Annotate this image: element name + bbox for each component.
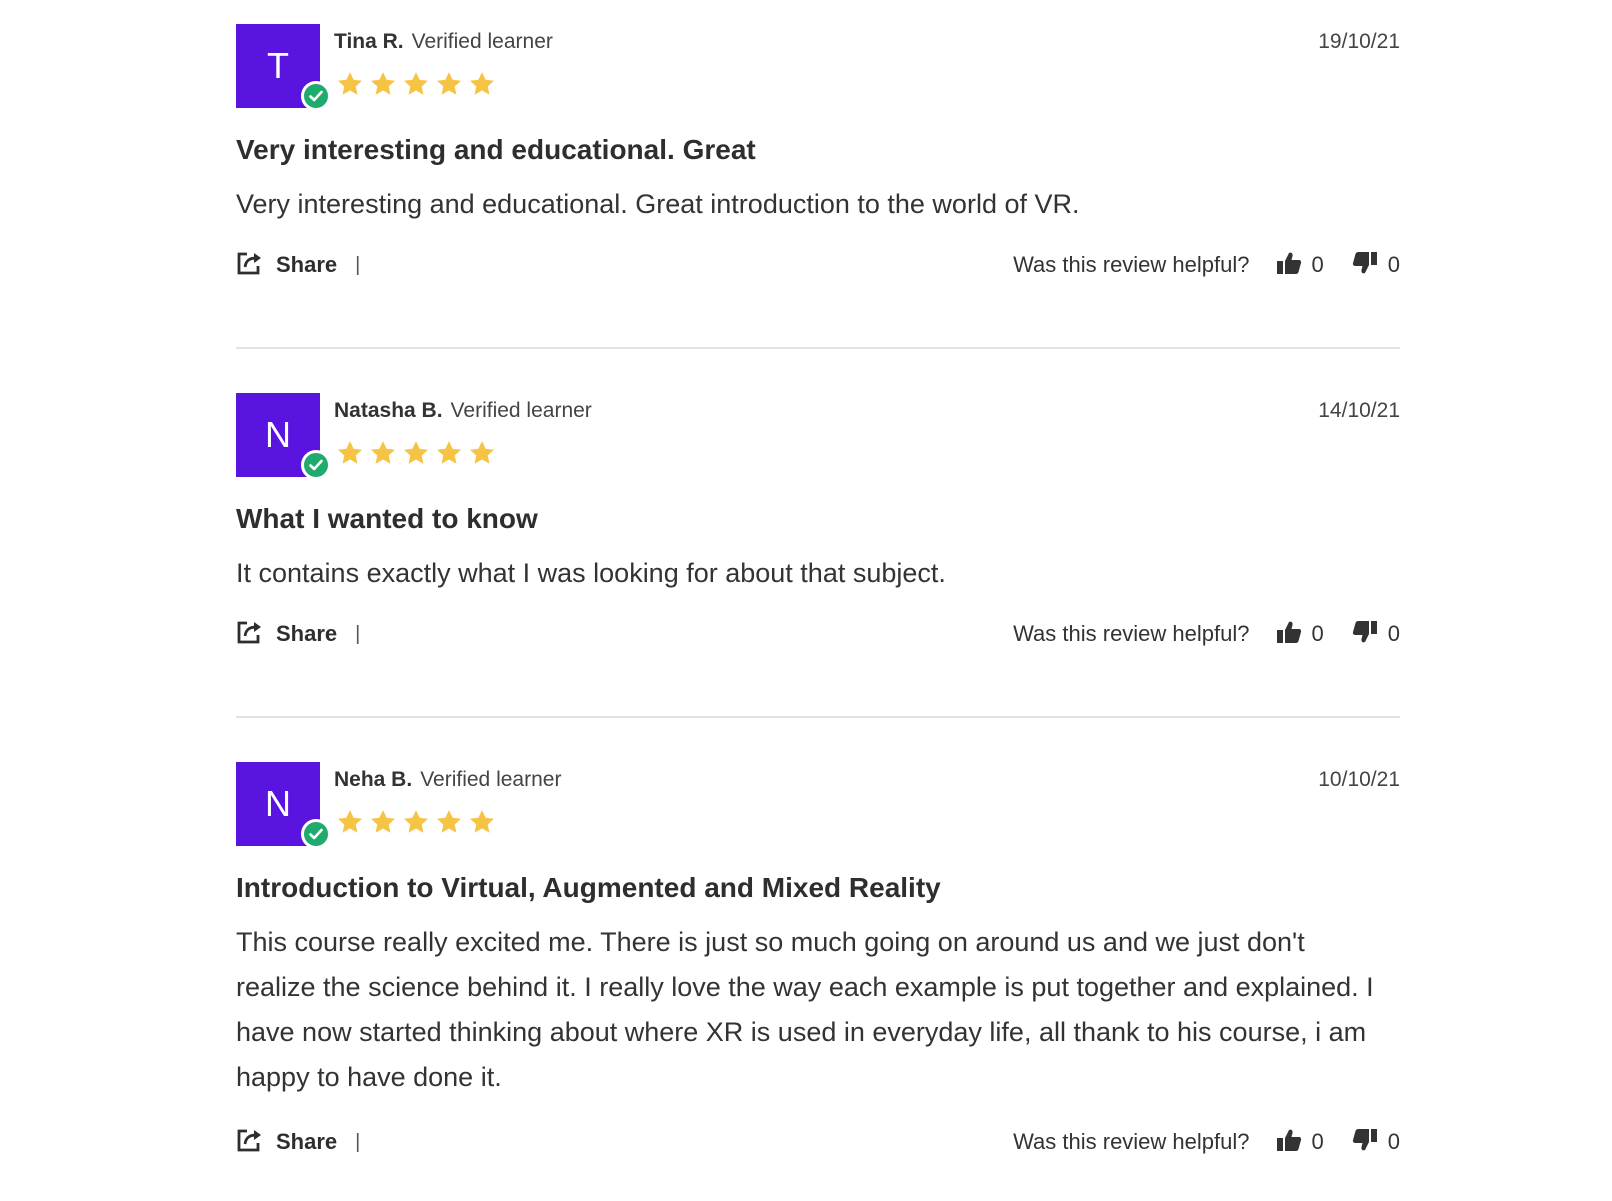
share-button[interactable]: Share | [236,1122,360,1162]
reviewer-name: Natasha B. [334,399,443,422]
review-header: N Natasha B. Verified learner 14/10/21 [236,393,1400,480]
helpful-no-count: 0 [1387,252,1400,277]
thumbs-down-icon [1352,619,1378,650]
verified-learner-label: Verified learner [411,30,553,53]
share-button[interactable]: Share | [236,245,360,285]
thumbs-down-icon [1352,1127,1378,1158]
review-title: What I wanted to know [236,503,538,534]
helpful-question: Was this review helpful? [1013,1129,1250,1154]
reviewer-line: Natasha B. Verified learner [334,399,592,423]
star-icon [370,72,396,95]
star-icon [403,810,429,833]
share-icon [236,250,264,281]
helpful-no-count: 0 [1387,1129,1400,1154]
star-icon [403,72,429,95]
star-icon [337,441,363,464]
review-header: N Neha B. Verified learner 10/10/21 [236,762,1400,849]
share-label: Share [276,252,338,277]
helpful-yes-count: 0 [1311,621,1324,646]
star-icon [436,810,462,833]
helpful-no-count: 0 [1387,621,1400,646]
separator: | [355,253,361,276]
helpful-no-button[interactable]: 0 [1352,250,1400,281]
thumbs-up-icon [1276,1127,1302,1158]
verified-learner-label: Verified learner [450,399,592,422]
review-list: T Tina R. Verified learner 19/10/21 Very … [236,24,1400,1162]
star-rating [336,70,496,98]
review-date: 19/10/21 [1318,30,1400,53]
helpful-voting: Was this review helpful? 0 0 [1013,1122,1400,1162]
star-icon [469,810,495,833]
star-rating [336,439,496,467]
review-footer: Share | Was this review helpful? 0 0 [236,1122,1400,1162]
star-icon [403,441,429,464]
helpful-yes-count: 0 [1311,1129,1324,1154]
verified-learner-label: Verified learner [420,768,562,791]
helpful-voting: Was this review helpful? 0 0 [1013,614,1400,654]
review-date: 10/10/21 [1318,768,1400,791]
star-icon [469,72,495,95]
star-icon [337,72,363,95]
share-label: Share [276,1129,338,1154]
helpful-yes-button[interactable]: 0 [1276,1127,1324,1158]
divider [236,347,1400,349]
divider [236,716,1400,718]
helpful-voting: Was this review helpful? 0 0 [1013,245,1400,285]
star-icon [370,441,396,464]
reviewer-name: Neha B. [334,768,413,791]
thumbs-down-icon [1352,250,1378,281]
review-footer: Share | Was this review helpful? 0 0 [236,245,1400,285]
reviewer-line: Neha B. Verified learner [334,768,561,792]
review-body: Very interesting and educational. Great … [236,189,1080,219]
helpful-question: Was this review helpful? [1013,252,1250,277]
review-header: T Tina R. Verified learner 19/10/21 [236,24,1400,111]
review-body: This course really excited me. There is … [236,927,1374,1092]
helpful-no-button[interactable]: 0 [1352,1127,1400,1158]
reviewer-line: Tina R. Verified learner [334,30,553,54]
helpful-yes-button[interactable]: 0 [1276,250,1324,281]
star-icon [436,72,462,95]
review-card: T Tina R. Verified learner 19/10/21 Very … [236,24,1400,349]
reviewer-name: Tina R. [334,30,404,53]
star-icon [469,441,495,464]
thumbs-up-icon [1276,250,1302,281]
share-label: Share [276,621,338,646]
separator: | [355,1130,361,1153]
helpful-question: Was this review helpful? [1013,621,1250,646]
share-button[interactable]: Share | [236,614,360,654]
review-card: N Neha B. Verified learner 10/10/21 Intro… [236,762,1400,1162]
star-rating [336,808,496,836]
verified-badge-icon [301,819,331,849]
review-body: It contains exactly what I was looking f… [236,558,946,588]
helpful-no-button[interactable]: 0 [1352,619,1400,650]
verified-badge-icon [301,81,331,111]
verified-badge-icon [301,450,331,480]
share-icon [236,1127,264,1158]
star-icon [436,441,462,464]
helpful-yes-count: 0 [1311,252,1324,277]
star-icon [370,810,396,833]
thumbs-up-icon [1276,619,1302,650]
review-title: Very interesting and educational. Great [236,134,756,165]
star-icon [337,810,363,833]
share-icon [236,619,264,650]
helpful-yes-button[interactable]: 0 [1276,619,1324,650]
review-title: Introduction to Virtual, Augmented and M… [236,872,941,903]
separator: | [355,622,361,645]
review-footer: Share | Was this review helpful? 0 0 [236,614,1400,654]
review-card: N Natasha B. Verified learner 14/10/21 Wh… [236,393,1400,718]
review-date: 14/10/21 [1318,399,1400,422]
